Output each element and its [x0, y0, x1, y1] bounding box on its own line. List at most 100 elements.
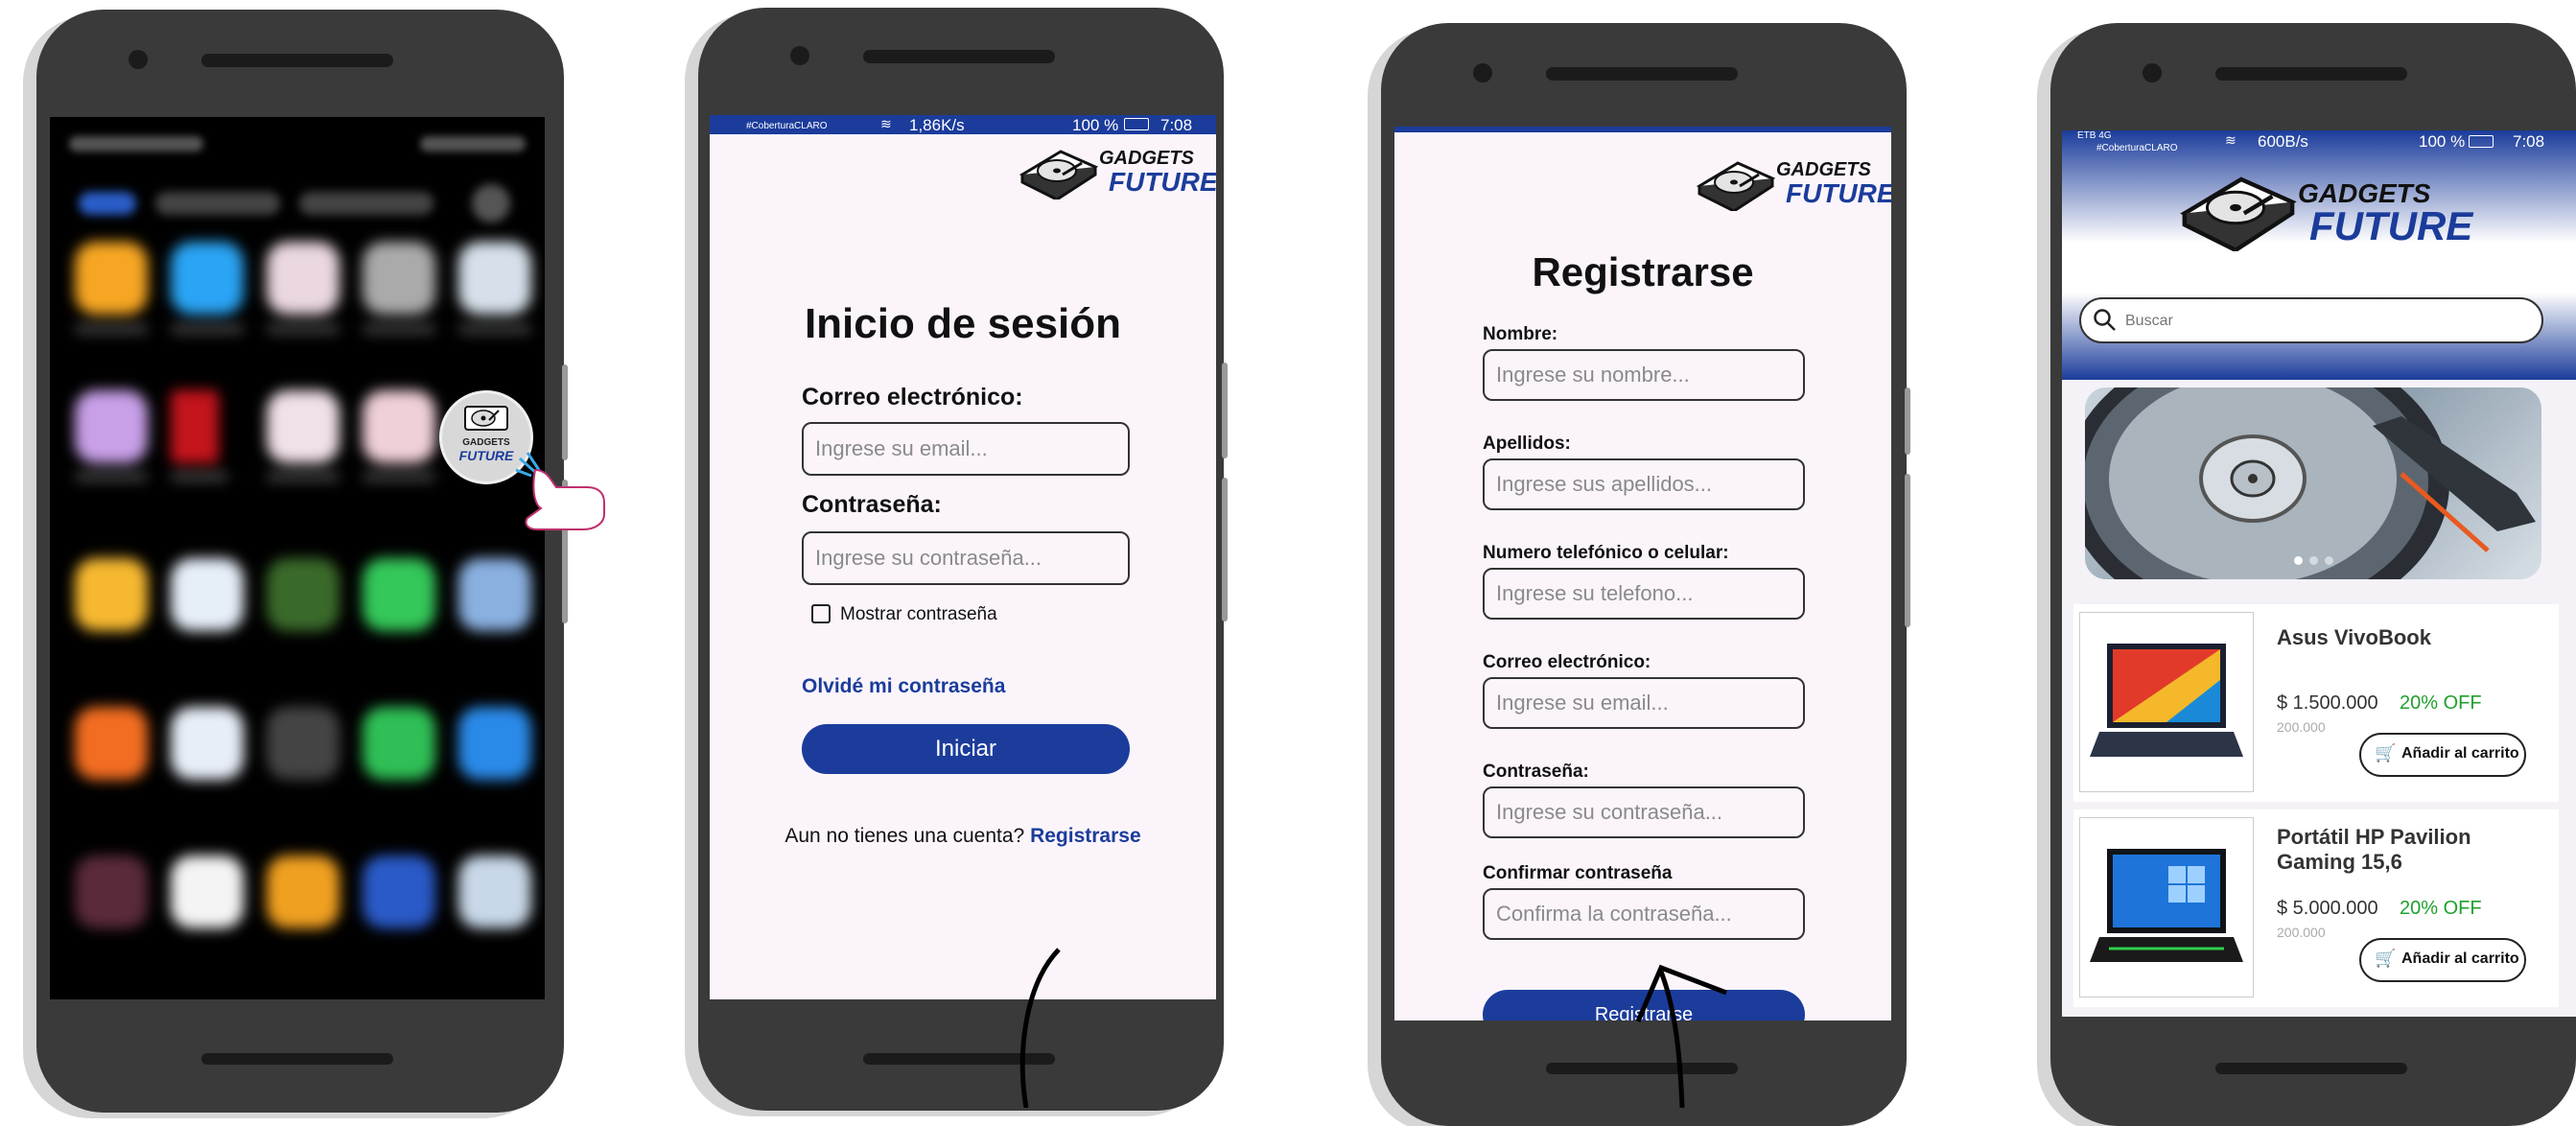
page-title: Registrarse	[1532, 249, 1754, 294]
login-button[interactable]: Iniciar	[802, 724, 1130, 774]
phone-2-frame: #CoberturaCLARO ≋ 1,86K/s 100 % 7:08 GAD…	[698, 8, 1228, 1111]
app-icon[interactable]	[171, 707, 244, 780]
app-icon[interactable]	[267, 856, 340, 928]
wifi-icon: ≋	[2225, 132, 2236, 148]
speaker-grille	[2215, 67, 2407, 81]
hard-drive-icon	[1019, 150, 1099, 199]
add-to-cart-label: Añadir al carrito	[2401, 950, 2519, 967]
brand-line-2: FUTURE	[1109, 167, 1216, 197]
app-icon[interactable]	[75, 242, 148, 315]
status-bar	[1394, 127, 1891, 132]
app-label	[267, 473, 340, 481]
cart-icon: 🛒	[2375, 743, 2397, 762]
password-field[interactable]	[802, 531, 1130, 585]
app-label	[171, 473, 228, 481]
app-icon[interactable]	[267, 707, 340, 780]
product-price: $ 5.000.000	[2277, 898, 2378, 919]
product-card[interactable]: Portátil HP Pavilion Gaming 15,6 $ 5.000…	[2073, 809, 2559, 1007]
register-link[interactable]: Registrarse	[1030, 825, 1141, 847]
app-icon[interactable]	[458, 707, 531, 780]
bottom-bar	[2215, 1063, 2407, 1074]
confirm-password-field[interactable]	[1483, 888, 1805, 940]
add-to-cart-label: Añadir al carrito	[2401, 745, 2519, 762]
app-icon[interactable]	[363, 390, 435, 463]
app-icon[interactable]	[267, 558, 340, 631]
hard-disk-photo	[2085, 387, 2536, 579]
add-to-cart-button[interactable]: 🛒 Añadir al carrito	[2359, 733, 2526, 777]
status-bar: ETB 4G #CoberturaCLARO ≋ 600B/s 100 % 7:…	[2062, 130, 2576, 157]
laptop-image	[2090, 644, 2243, 757]
front-camera	[1473, 63, 1492, 82]
app-icon[interactable]	[75, 390, 148, 463]
app-icon[interactable]	[363, 242, 435, 315]
cart-icon: 🛒	[2375, 949, 2397, 968]
carousel-dot[interactable]	[2325, 556, 2333, 565]
app-icon[interactable]	[363, 558, 435, 631]
app-icon[interactable]	[363, 856, 435, 928]
app-icon[interactable]	[267, 242, 340, 315]
app-icon[interactable]	[171, 242, 244, 315]
blurred-status-bar	[69, 136, 526, 152]
register-screen: GADGETS FUTURE Registrarse Nombre: Apell…	[1394, 127, 1891, 1020]
front-camera	[790, 46, 809, 65]
app-label	[75, 325, 148, 333]
app-icon[interactable]	[171, 390, 219, 463]
brand-line-2: FUTURE	[1786, 178, 1891, 208]
password-field[interactable]	[1483, 786, 1805, 838]
product-discount: 20% OFF	[2400, 692, 2482, 714]
search-input[interactable]	[2123, 307, 2530, 336]
app-icon[interactable]	[171, 856, 244, 928]
front-camera	[2143, 63, 2162, 82]
surname-field[interactable]	[1483, 458, 1805, 510]
bottom-bar	[201, 1053, 393, 1065]
email-field[interactable]	[1483, 677, 1805, 729]
app-icon[interactable]	[75, 707, 148, 780]
product-name[interactable]: Asus VivoBook	[2277, 625, 2431, 650]
product-image	[2079, 817, 2254, 997]
hero-banner	[2085, 387, 2541, 579]
side-button	[1222, 478, 1228, 622]
network-speed: 1,86K/s	[909, 116, 965, 134]
forgot-password-link[interactable]: Olvidé mi contraseña	[802, 675, 1005, 698]
product-discount: 20% OFF	[2400, 898, 2482, 919]
no-account-text: Aun no tienes una cuenta?	[785, 825, 1025, 847]
search-bar[interactable]	[2079, 297, 2543, 343]
name-field[interactable]	[1483, 349, 1805, 401]
phone-field[interactable]	[1483, 568, 1805, 620]
network-type: ETB 4G	[2077, 130, 2112, 141]
app-icon[interactable]	[458, 558, 531, 631]
app-icon[interactable]	[267, 390, 340, 463]
side-button	[1222, 363, 1228, 458]
hard-drive-icon	[2180, 176, 2297, 251]
app-label	[171, 325, 244, 333]
app-label	[363, 325, 435, 333]
battery-icon	[2469, 135, 2494, 148]
product-old-price: 200.000	[2277, 925, 2326, 940]
email-field[interactable]	[802, 422, 1130, 476]
product-card[interactable]: Asus VivoBook $ 1.500.000 20% OFF 200.00…	[2073, 604, 2559, 802]
app-icon[interactable]	[171, 558, 244, 631]
network-speed: 600B/s	[2258, 132, 2308, 151]
carrier-text: #CoberturaCLARO	[746, 121, 828, 131]
password-label: Contraseña:	[1483, 762, 1589, 782]
show-password-checkbox[interactable]	[811, 604, 831, 623]
battery-icon	[1124, 118, 1149, 130]
app-icon[interactable]	[75, 856, 148, 928]
login-screen: #CoberturaCLARO ≋ 1,86K/s 100 % 7:08 GAD…	[710, 115, 1216, 999]
speaker-grille	[201, 54, 393, 67]
app-icon[interactable]	[458, 242, 531, 315]
app-label	[363, 473, 435, 481]
product-image	[2079, 612, 2254, 792]
carousel-dot[interactable]	[2309, 556, 2318, 565]
app-icon[interactable]	[458, 856, 531, 928]
app-label	[458, 325, 531, 333]
side-button	[1905, 474, 1910, 627]
app-icon[interactable]	[75, 558, 148, 631]
app-icon[interactable]	[363, 707, 435, 780]
swipe-up-arrow-icon	[1019, 948, 1061, 1108]
app-label	[267, 325, 340, 333]
carousel-dot-active[interactable]	[2294, 556, 2303, 565]
carrier-text: #CoberturaCLARO	[2096, 143, 2178, 153]
product-name[interactable]: Portátil HP Pavilion Gaming 15,6	[2277, 825, 2507, 875]
add-to-cart-button[interactable]: 🛒 Añadir al carrito	[2359, 938, 2526, 982]
